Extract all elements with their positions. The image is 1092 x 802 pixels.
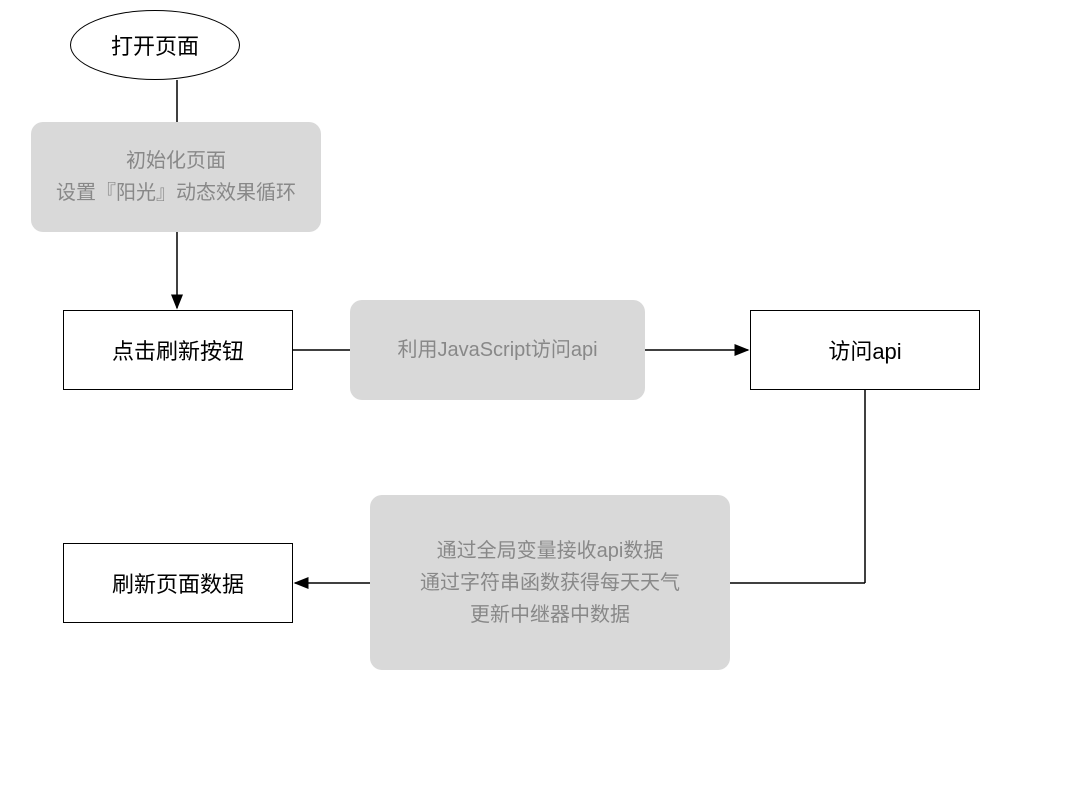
start-node: 打开页面 [70, 10, 240, 80]
process-click-refresh: 点击刷新按钮 [63, 310, 293, 390]
note-receive-line3: 更新中继器中数据 [470, 599, 630, 631]
note-init-line2: 设置『阳光』动态效果循环 [56, 177, 296, 209]
note-init-line1: 初始化页面 [126, 145, 226, 177]
note-receive: 通过全局变量接收api数据 通过字符串函数获得每天天气 更新中继器中数据 [370, 495, 730, 670]
note-receive-line1: 通过全局变量接收api数据 [437, 535, 664, 567]
note-js-access-line: 利用JavaScript访问api [397, 334, 597, 366]
process-access-api-label: 访问api [828, 334, 901, 366]
arrow-start-to-click [0, 0, 1092, 802]
process-click-refresh-label: 点击刷新按钮 [112, 334, 244, 366]
process-refresh-data: 刷新页面数据 [63, 543, 293, 623]
start-node-label: 打开页面 [111, 29, 199, 61]
flowchart-canvas: 打开页面 初始化页面 设置『阳光』动态效果循环 点击刷新按钮 利用JavaScr… [0, 0, 1092, 802]
note-js-access: 利用JavaScript访问api [350, 300, 645, 400]
note-init: 初始化页面 设置『阳光』动态效果循环 [31, 122, 321, 232]
note-receive-line2: 通过字符串函数获得每天天气 [420, 567, 680, 599]
process-refresh-data-label: 刷新页面数据 [112, 567, 244, 599]
process-access-api: 访问api [750, 310, 980, 390]
